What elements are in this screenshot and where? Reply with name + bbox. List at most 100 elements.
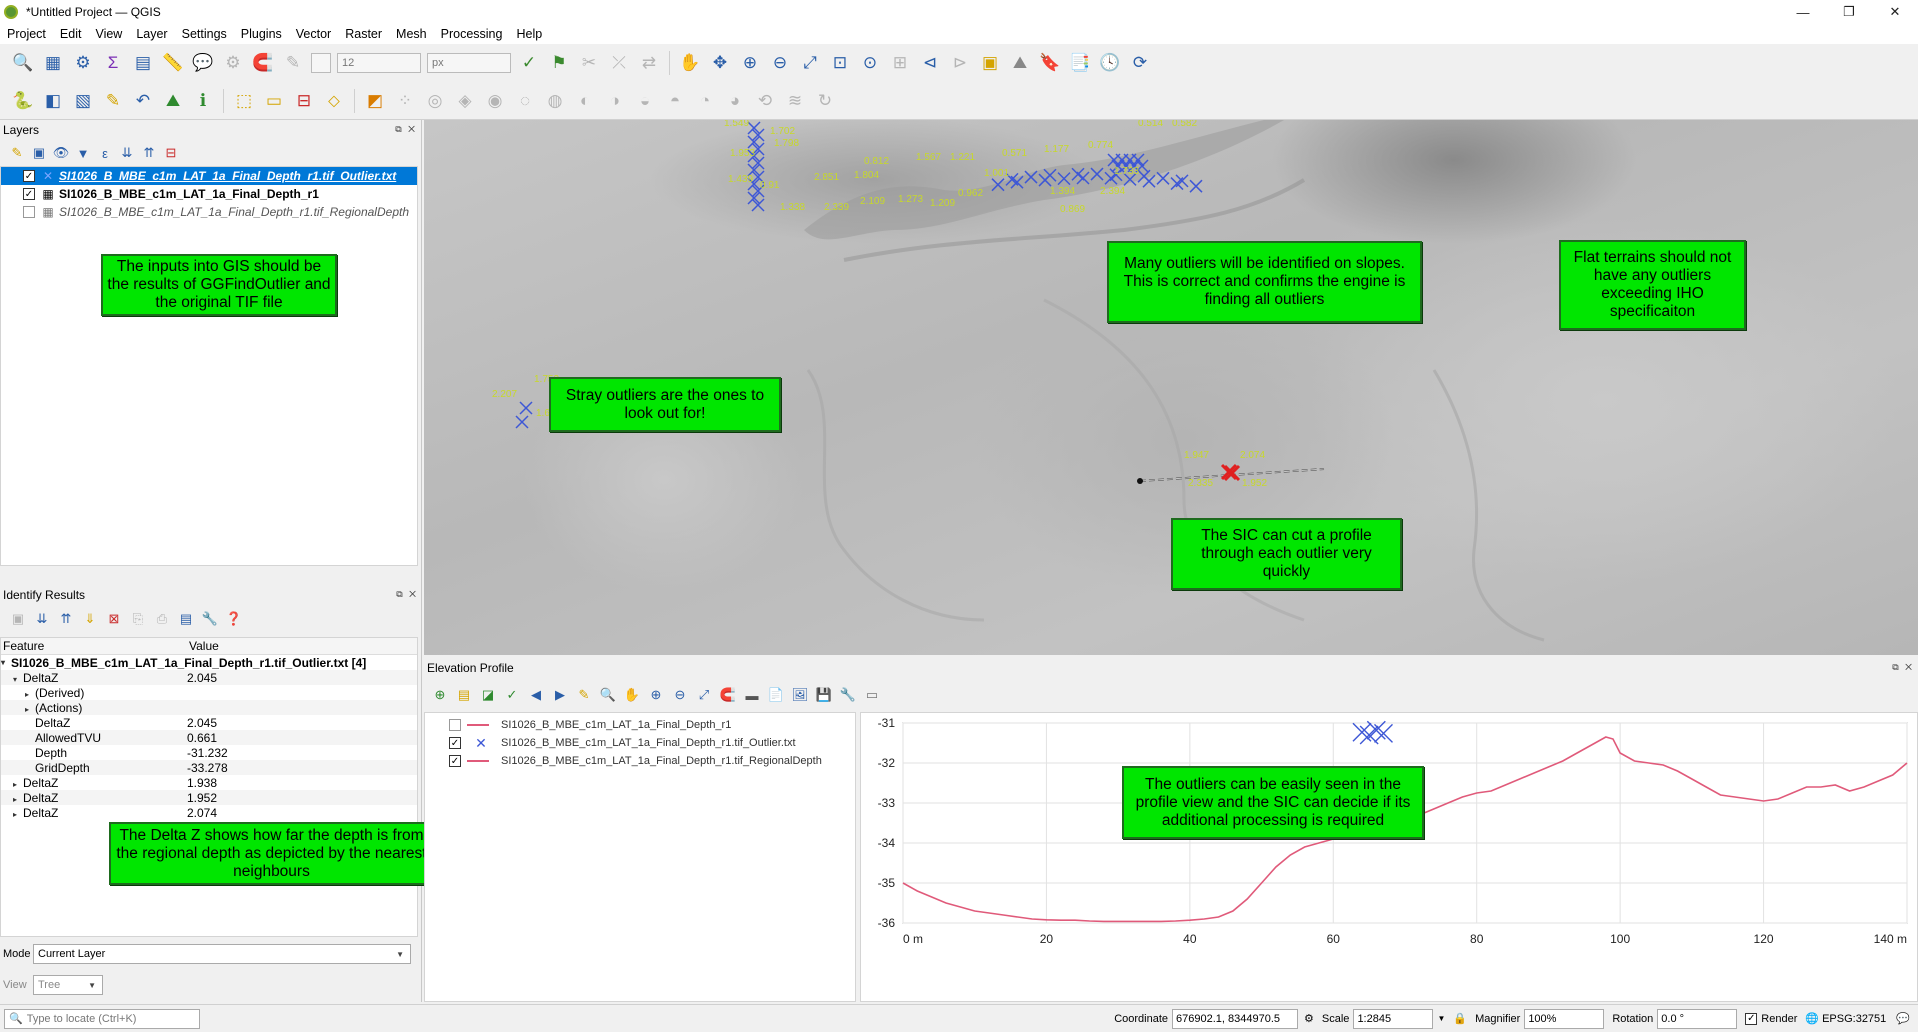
merge-features-icon[interactable]: ◔	[693, 89, 717, 113]
tips-icon[interactable]: 💬	[191, 51, 215, 75]
zoom-x-icon[interactable]: ⊕	[647, 686, 665, 704]
clear-results-icon[interactable]: ⊠	[105, 610, 123, 628]
undo-icon[interactable]: ↶	[131, 89, 155, 113]
help-icon[interactable]: ❓	[225, 610, 243, 628]
gear-icon[interactable]: ⚙	[71, 51, 95, 75]
reshape-icon[interactable]: ◐	[573, 89, 597, 113]
attribute-table-icon[interactable]: ▤	[131, 51, 155, 75]
messages-icon[interactable]: 💬	[1896, 1012, 1910, 1025]
layer-item-outlier[interactable]: ✓ ✕ SI1026_B_MBE_c1m_LAT_1a_Final_Depth_…	[1, 167, 417, 185]
identify-row[interactable]: DeltaZ 2.045	[1, 715, 417, 730]
render-checkbox[interactable]: ✓	[1745, 1012, 1758, 1025]
identify-row[interactable]: ▸ DeltaZ 1.952	[1, 790, 417, 805]
expand-arrow-icon[interactable]: ▸	[25, 690, 35, 699]
layer-checkbox[interactable]: ✓	[23, 170, 35, 182]
deselect-icon[interactable]: ⊟	[292, 89, 316, 113]
layer-checkbox[interactable]: ✓	[23, 188, 35, 200]
zoom-full-profile-icon[interactable]: ⤢	[695, 686, 713, 704]
scale-input[interactable]: 1:2845	[1353, 1008, 1434, 1029]
menu-project[interactable]: Project	[0, 27, 53, 41]
settings-dim-icon[interactable]: ⚙	[221, 51, 245, 75]
menu-view[interactable]: View	[88, 27, 129, 41]
locator-search-input[interactable]: 🔍 Type to locate (Ctrl+K)	[4, 1008, 200, 1029]
layer-checkbox[interactable]	[23, 206, 35, 218]
identify-icon[interactable]: 🔍	[11, 51, 35, 75]
panel-float-close-buttons[interactable]: ⧉ ✕	[1892, 662, 1914, 673]
draw-pencil-icon[interactable]: ✎	[101, 89, 125, 113]
new-map-view-icon[interactable]: ▣	[978, 51, 1002, 75]
expand-arrow-icon[interactable]: ▾	[1, 658, 11, 667]
dock-icon[interactable]: ▭	[863, 686, 881, 704]
menu-help[interactable]: Help	[509, 27, 549, 41]
zoom-next-icon[interactable]: ⊳	[948, 51, 972, 75]
export-pdf-icon[interactable]: 📄	[767, 686, 785, 704]
layer-tree-icon[interactable]: ▤	[455, 686, 473, 704]
digitize-icon[interactable]: ✓	[517, 51, 541, 75]
zoom-out-icon[interactable]: ⊖	[768, 51, 792, 75]
vertex-tool-icon[interactable]: ⁘	[393, 89, 417, 113]
add-group-icon[interactable]: ▣	[30, 144, 48, 162]
georeferencer-icon[interactable]: ▧	[71, 89, 95, 113]
terrain-icon[interactable]: ⛰	[161, 89, 185, 113]
pan-to-selection-icon[interactable]: ✥	[708, 51, 732, 75]
expand-arrow-icon[interactable]: ▸	[13, 810, 23, 819]
identify-layer-row[interactable]: ▾ SI1026_B_MBE_c1m_LAT_1a_Final_Depth_r1…	[1, 655, 417, 670]
offset-curve-icon[interactable]: ◑	[603, 89, 627, 113]
python-icon[interactable]: 🐍	[11, 89, 35, 113]
delete-ring-icon[interactable]: ◌	[513, 89, 537, 113]
rotation-input[interactable]: 0.0 °	[1657, 1008, 1738, 1029]
sigma-icon[interactable]: Σ	[101, 51, 125, 75]
print-icon[interactable]: ⎙	[153, 610, 171, 628]
tolerance-icon[interactable]: ▬	[743, 686, 761, 704]
menu-edit[interactable]: Edit	[53, 27, 89, 41]
fill-ring-icon[interactable]: ◉	[483, 89, 507, 113]
panel-float-close-buttons[interactable]: ⧉ ✕	[396, 589, 418, 600]
select-location-icon[interactable]: ⬦	[322, 89, 346, 113]
expand-new-icon[interactable]: ⇓	[81, 610, 99, 628]
identify-row[interactable]: AllowedTVU 0.661	[1, 730, 417, 745]
expand-arrow-icon[interactable]: ▸	[25, 705, 35, 714]
temporal-clock-icon[interactable]: 🕓	[1098, 51, 1122, 75]
pan-profile-icon[interactable]: ✋	[623, 686, 641, 704]
split-parts-icon[interactable]: ◓	[663, 89, 687, 113]
mode-select[interactable]: Current Layer ▼	[33, 944, 411, 964]
expand-arrow-icon[interactable]: ▸	[13, 780, 23, 789]
copy-icon[interactable]: ⎘	[129, 610, 147, 628]
crs-group[interactable]: 🌐 EPSG:32751	[1805, 1012, 1886, 1026]
visibility-eye-icon[interactable]: 👁	[52, 144, 70, 162]
scale-dropdown-icon[interactable]: ▼	[1437, 1014, 1445, 1023]
capture-curve-icon[interactable]: ⊕	[431, 686, 449, 704]
cut-icon[interactable]: ✂	[577, 51, 601, 75]
elevation-layer-depth[interactable]: SI1026_B_MBE_c1m_LAT_1a_Final_Depth_r1	[425, 716, 855, 734]
calculator-icon[interactable]: ▦	[41, 51, 65, 75]
show-bookmarks-icon[interactable]: 📑	[1068, 51, 1092, 75]
zoom-in-icon[interactable]: ⊕	[738, 51, 762, 75]
trace-icon[interactable]: ⇄	[637, 51, 661, 75]
identify-row[interactable]: ▸ DeltaZ 2.074	[1, 805, 417, 820]
options-wrench-icon[interactable]: 🔧	[839, 686, 857, 704]
maximize-button[interactable]: ❐	[1826, 0, 1872, 24]
nudge-left-icon[interactable]: ◀	[527, 686, 545, 704]
export-image-icon[interactable]: 🖼	[791, 686, 809, 704]
plugin-icon[interactable]: ◧	[41, 89, 65, 113]
identify-row[interactable]: GridDepth -33.278	[1, 760, 417, 775]
identify-row[interactable]: Depth -31.232	[1, 745, 417, 760]
snap-unit-select[interactable]: px	[427, 53, 511, 73]
collapse-all-icon[interactable]: ⇈	[140, 144, 158, 162]
snap-type-box[interactable]	[311, 53, 331, 73]
identify-row[interactable]: ▾ DeltaZ 2.045	[1, 670, 417, 685]
zoom-selection-icon[interactable]: ⊡	[828, 51, 852, 75]
expand-icon[interactable]: ▣	[9, 610, 27, 628]
menu-processing[interactable]: Processing	[434, 27, 510, 41]
minimize-button[interactable]: —	[1780, 0, 1826, 24]
remove-layer-icon[interactable]: ⊟	[162, 144, 180, 162]
menu-plugins[interactable]: Plugins	[234, 27, 289, 41]
lock-scale-icon[interactable]: 🔒	[1453, 1012, 1467, 1025]
split-icon[interactable]: ⤫	[607, 51, 631, 75]
identify-row[interactable]: ▸ DeltaZ 1.938	[1, 775, 417, 790]
zoom-native-icon[interactable]: ⊞	[888, 51, 912, 75]
zoom-profile-icon[interactable]: ⊖	[671, 686, 689, 704]
select-by-value-icon[interactable]: ▭	[262, 89, 286, 113]
menu-layer[interactable]: Layer	[129, 27, 174, 41]
expand-tree-icon[interactable]: ⇊	[33, 610, 51, 628]
